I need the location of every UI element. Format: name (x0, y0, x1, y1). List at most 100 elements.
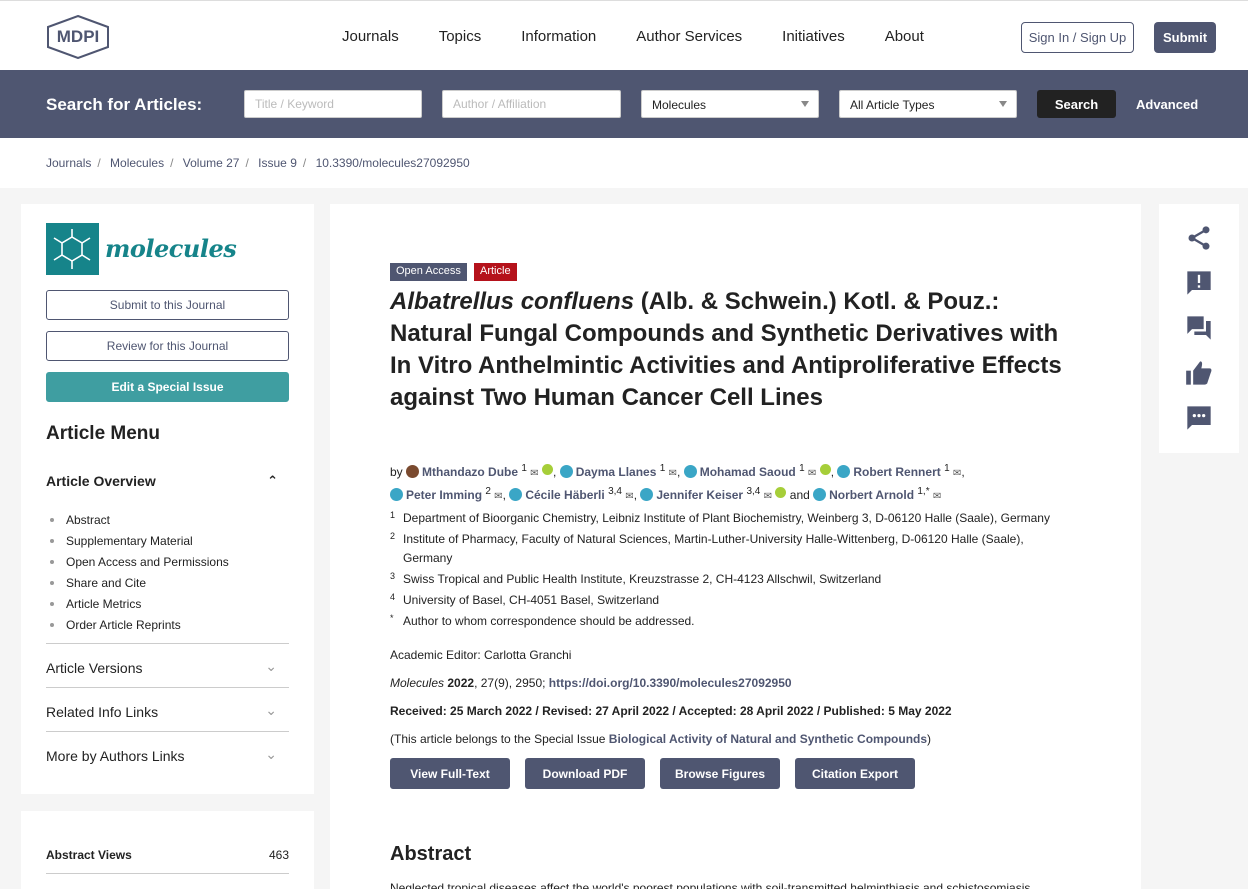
journal-name[interactable]: molecules (105, 234, 237, 263)
affiliation-text: Swiss Tropical and Public Health Institu… (403, 572, 882, 586)
nav-about[interactable]: About (885, 28, 924, 45)
more-by-authors-label: More by Authors Links (46, 748, 185, 764)
and-label: and (789, 488, 810, 502)
report-icon[interactable] (1185, 269, 1213, 297)
affiliations: 1 Department of Bioorganic Chemistry, Lei… (390, 509, 1070, 633)
article-versions-label: Article Versions (46, 660, 143, 676)
journal-logo-icon[interactable] (46, 223, 99, 275)
email-icon[interactable]: ✉ (494, 491, 502, 502)
overview-item-abstract[interactable]: Abstract (50, 509, 229, 530)
affiliation-text: Author to whom correspondence should be … (403, 614, 695, 628)
affiliation-item: 1 Department of Bioorganic Chemistry, Lei… (390, 509, 1070, 528)
metrics-card: Abstract Views 463 (21, 811, 314, 889)
author-name[interactable]: Mthandazo Dube (422, 465, 518, 479)
crumb-journals[interactable]: Journals (46, 156, 91, 170)
related-info-label: Related Info Links (46, 704, 159, 720)
author-affiliation-input[interactable]: Author / Affiliation (442, 90, 621, 118)
user-icon (559, 465, 573, 478)
author-name[interactable]: Cécile Häberli (525, 488, 604, 502)
email-icon[interactable]: ✉ (530, 468, 538, 479)
advanced-search-link[interactable]: Advanced (1136, 97, 1198, 112)
submit-button[interactable]: Submit (1154, 22, 1216, 53)
author-name[interactable]: Robert Rennert (853, 465, 940, 479)
author-sup: 1 (659, 463, 666, 474)
like-icon[interactable] (1185, 359, 1213, 387)
email-icon[interactable]: ✉ (933, 491, 941, 502)
affiliation-text: Department of Bioorganic Chemistry, Leib… (403, 511, 1050, 525)
affiliation-number: 3 (390, 571, 396, 581)
overview-item-metrics[interactable]: Article Metrics (50, 593, 229, 614)
citation-export-button[interactable]: Citation Export (795, 758, 915, 789)
author-sup: 2 (485, 486, 491, 497)
edit-special-issue-button[interactable]: Edit a Special Issue (46, 372, 289, 402)
abstract-views-label: Abstract Views (46, 848, 132, 862)
nav-information[interactable]: Information (521, 28, 596, 45)
email-icon[interactable]: ✉ (669, 468, 677, 479)
author-name[interactable]: Norbert Arnold (829, 488, 914, 502)
view-full-text-button[interactable]: View Full-Text (390, 758, 510, 789)
journal-select[interactable]: Molecules (641, 90, 819, 118)
more-by-authors-section[interactable]: More by Authors Links ⌄ (46, 731, 289, 775)
affiliation-item: 2 Institute of Pharmacy, Faculty of Natur… (390, 530, 1070, 568)
review-for-journal-button[interactable]: Review for this Journal (46, 331, 289, 361)
overview-item-reprints[interactable]: Order Article Reprints (50, 614, 229, 635)
share-icon[interactable] (1185, 224, 1213, 252)
message-icon[interactable] (1185, 404, 1213, 432)
author-name[interactable]: Jennifer Keiser (656, 488, 743, 502)
related-info-section[interactable]: Related Info Links ⌄ (46, 687, 289, 731)
crumb-molecules[interactable]: Molecules (110, 156, 164, 170)
author-name[interactable]: Mohamad Saoud (700, 465, 796, 479)
academic-editor: Academic Editor: Carlotta Granchi (390, 648, 572, 662)
author-sup: 3,4 (746, 486, 761, 497)
doi-link[interactable]: https://doi.org/10.3390/molecules2709295… (549, 676, 792, 690)
email-icon[interactable]: ✉ (953, 468, 961, 479)
citation-year: 2022 (447, 676, 475, 690)
affiliation-item: * Author to whom correspondence should be… (390, 612, 1070, 631)
orcid-icon[interactable] (775, 487, 787, 498)
crumb-separator: / (170, 156, 174, 170)
share-panel (1159, 204, 1239, 453)
special-prefix: (This article belongs to the Special Iss… (390, 732, 609, 746)
user-icon (640, 488, 654, 501)
crumb-volume[interactable]: Volume 27 (183, 156, 240, 170)
author-sup: 1 (944, 463, 950, 474)
overview-item-open-access[interactable]: Open Access and Permissions (50, 551, 229, 572)
author-list: by Mthandazo Dube 1 ✉ , Dayma Llanes 1 ✉… (390, 463, 965, 502)
nav-author-services[interactable]: Author Services (636, 28, 742, 45)
download-pdf-button[interactable]: Download PDF (525, 758, 645, 789)
nav-journals[interactable]: Journals (342, 28, 399, 45)
submit-to-journal-button[interactable]: Submit to this Journal (46, 290, 289, 320)
user-icon (509, 488, 523, 501)
overview-item-share-cite[interactable]: Share and Cite (50, 572, 229, 593)
overview-item-supplementary[interactable]: Supplementary Material (50, 530, 229, 551)
mdpi-logo[interactable]: MDPI (45, 15, 111, 59)
orcid-icon[interactable] (542, 464, 554, 475)
author-name[interactable]: Peter Imming (406, 488, 482, 502)
article-overview-toggle[interactable]: Article Overview ⌃ (46, 473, 278, 489)
by-label: by (390, 465, 403, 479)
author-sup: 1 (799, 463, 805, 474)
chevron-up-icon: ⌃ (267, 473, 278, 488)
chevron-down-icon: ⌄ (265, 702, 277, 718)
title-keyword-input[interactable]: Title / Keyword (244, 90, 422, 118)
article-type-badge: Article (474, 263, 517, 281)
email-icon[interactable]: ✉ (625, 491, 633, 502)
nav-initiatives[interactable]: Initiatives (782, 28, 845, 45)
special-issue-link[interactable]: Biological Activity of Natural and Synth… (609, 732, 927, 746)
sign-in-button[interactable]: Sign In / Sign Up (1021, 22, 1134, 53)
article-type-select[interactable]: All Article Types (839, 90, 1017, 118)
search-button[interactable]: Search (1037, 90, 1116, 118)
browse-figures-button[interactable]: Browse Figures (660, 758, 780, 789)
crumb-issue[interactable]: Issue 9 (258, 156, 297, 170)
email-icon[interactable]: ✉ (764, 491, 772, 502)
author-name[interactable]: Dayma Llanes (576, 465, 657, 479)
nav-topics[interactable]: Topics (439, 28, 482, 45)
affiliation-number: 4 (390, 592, 396, 602)
orcid-icon[interactable] (819, 464, 831, 475)
article-versions-section[interactable]: Article Versions ⌄ (46, 643, 289, 687)
comments-icon[interactable] (1185, 314, 1213, 342)
divider (46, 873, 289, 874)
citation-rest: , 27(9), 2950; (474, 676, 549, 690)
email-icon[interactable]: ✉ (808, 468, 816, 479)
affiliation-number: * (390, 613, 394, 623)
